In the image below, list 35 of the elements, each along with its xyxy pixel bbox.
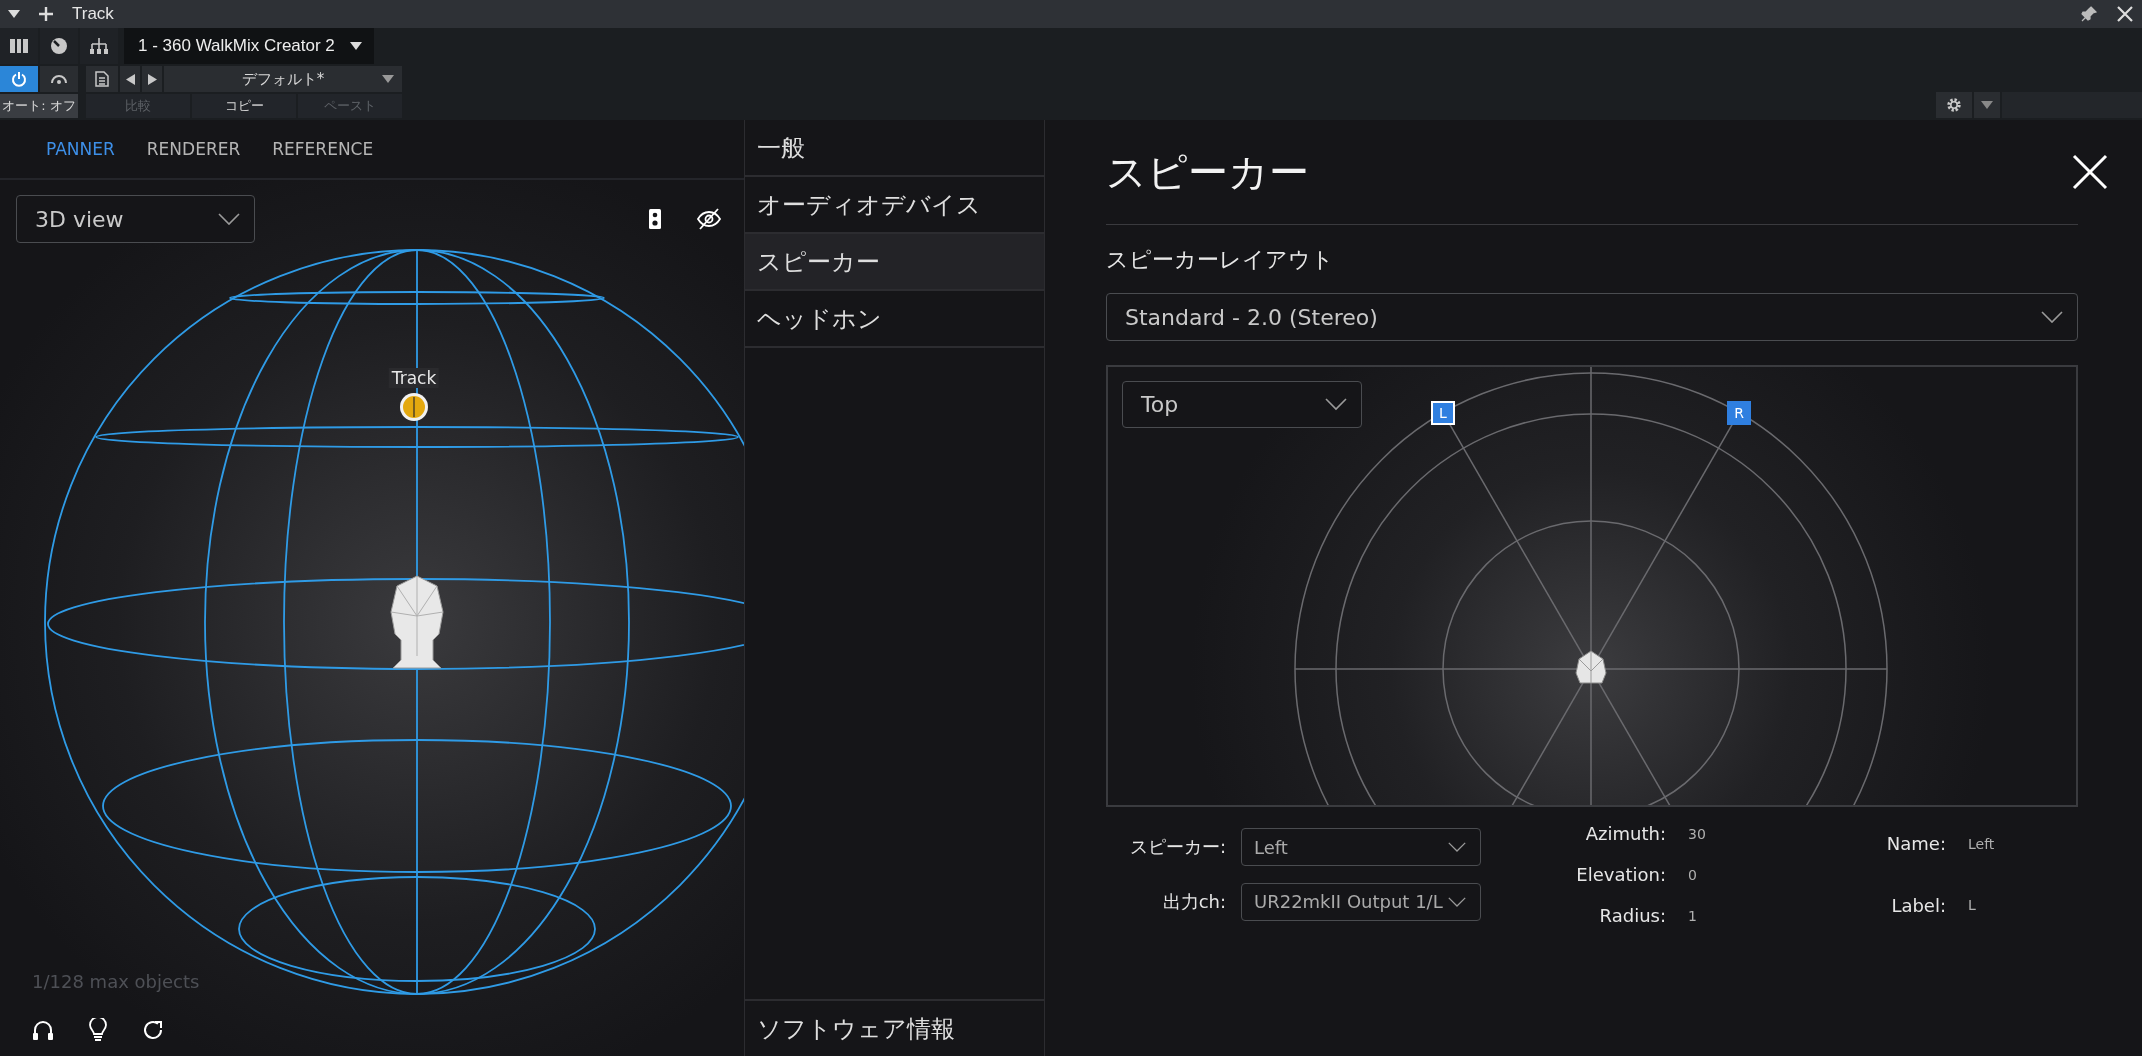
field-dropdown[interactable]: Left [1241, 828, 1481, 867]
object-label: Track [388, 368, 440, 388]
view-mode-dropdown[interactable]: 3D view [16, 195, 255, 243]
field-value: 0 [1688, 866, 1698, 883]
settings-menu-item[interactable]: スピーカー [745, 234, 1044, 291]
speaker-marker[interactable]: L [1431, 400, 1455, 425]
field-value: 30 [1688, 825, 1707, 842]
field-label: 出力ch: [1161, 889, 1226, 914]
field-value: Left [1968, 835, 1996, 852]
automation-button[interactable]: オート: オフ [0, 94, 78, 118]
preset-selector[interactable]: デフォルト* [164, 66, 402, 92]
field-value: 1 [1688, 907, 1698, 924]
panner-tab[interactable]: RENDERER [146, 139, 241, 159]
field-label: Elevation: [1575, 864, 1666, 885]
field-label: スピーカー: [1128, 835, 1226, 860]
settings-menu-item[interactable]: 一般 [745, 120, 1044, 177]
field-value: L [1968, 897, 1977, 914]
field-label: Label: [1890, 894, 1946, 916]
settings-menu-item[interactable]: ソフトウェア情報 [745, 999, 1044, 1056]
panner-tab[interactable]: PANNER [46, 139, 115, 159]
settings-menu-item[interactable]: ヘッドホン [745, 291, 1044, 348]
device-selector[interactable]: 1 - 360 WalkMix Creator 2 [124, 28, 374, 64]
field-label: Radius: [1598, 905, 1666, 926]
preset-action-button[interactable]: コピー [192, 94, 296, 118]
object-count-text: 1/128 max objects [32, 971, 201, 992]
section-heading: スピーカーレイアウト [1106, 246, 1335, 274]
panner-tab[interactable]: REFERENCE [272, 139, 374, 159]
speaker-marker[interactable]: R [1727, 400, 1751, 425]
field-dropdown[interactable]: UR22mkII Output 1/L [1241, 882, 1481, 921]
speaker-layout-dropdown[interactable]: Standard - 2.0 (Stereo) [1106, 293, 2078, 341]
field-label: Name: [1885, 833, 1946, 855]
page-title: スピーカー [1106, 147, 1309, 197]
field-label: Azimuth: [1584, 823, 1666, 844]
window-title: Track [72, 4, 115, 24]
view-mode-dropdown[interactable]: Top [1122, 381, 1362, 428]
